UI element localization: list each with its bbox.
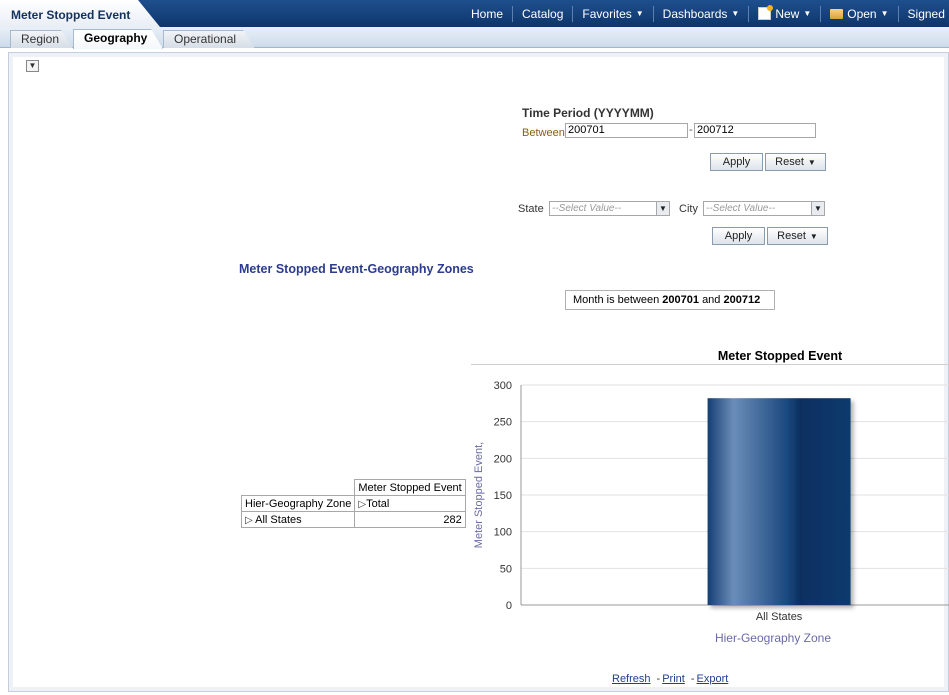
y-axis-ticks: 0 50 100 150 200 250 300 (494, 380, 512, 612)
x-axis-label: Hier-Geography Zone (715, 631, 831, 645)
tab-region[interactable]: Region (10, 30, 73, 48)
measure-header: Meter Stopped Event (354, 479, 466, 496)
reset-button-label: Reset (777, 230, 806, 242)
pivot-table: Meter Stopped Event Hier-Geography Zone … (240, 479, 466, 528)
nav-catalog[interactable]: Catalog (512, 5, 572, 22)
range-separator: - (689, 124, 693, 136)
pivot-corner (242, 480, 355, 496)
expand-triangle-icon[interactable]: ▷ (358, 499, 366, 510)
global-header: Meter Stopped Event Home Catalog Favorit… (0, 0, 949, 27)
between-label: Between (522, 127, 565, 139)
expand-triangle-icon[interactable]: ▷ (245, 515, 253, 526)
chart-bar[interactable] (707, 398, 851, 605)
filter-view: Month is between 200701 and 200712 (565, 290, 775, 310)
y-axis-label: Meter Stopped Event, (473, 442, 485, 548)
tab-geography[interactable]: Geography (73, 29, 163, 49)
folder-icon (830, 8, 844, 19)
nav-new-label: New (775, 6, 800, 21)
apply-button-label: Apply (724, 230, 753, 242)
y-tick-label: 0 (506, 600, 512, 612)
y-tick-label: 200 (494, 453, 512, 465)
chart-bars: All States (707, 398, 851, 623)
nav-home-label: Home (471, 6, 504, 21)
dashboard-tabs: Region Geography Operational (0, 27, 949, 48)
nav-favorites-label: Favorites (582, 6, 632, 21)
y-tick-label: 50 (500, 563, 512, 575)
apply-button[interactable]: Apply (712, 227, 765, 245)
nav-favorites[interactable]: Favorites ▼ (572, 5, 652, 22)
nav-signed-in[interactable]: Signed In As (897, 5, 949, 22)
link-separator: - (656, 673, 661, 685)
report-links: Refresh - Print - Export (612, 673, 728, 685)
nav-catalog-label: Catalog (522, 6, 564, 21)
chevron-down-icon: ▼ (807, 158, 816, 167)
tab-operational-label: Operational (174, 32, 237, 46)
start-period-input[interactable]: 200701 (565, 123, 688, 138)
state-select[interactable]: --Select Value-- ▼ (549, 201, 670, 216)
nav-signed-in-label: Signed In As (907, 6, 949, 21)
col-member-total[interactable]: ▷Total (354, 495, 466, 512)
chevron-down-icon[interactable]: ▼ (811, 202, 824, 215)
reset-button-label: Reset (775, 156, 804, 168)
city-select-value: --Select Value-- (706, 203, 776, 214)
nav-open-label: Open (847, 6, 877, 21)
tab-geography-label: Geography (84, 31, 148, 45)
bar-chart: Meter Stopped Event 0 50 100 150 200 250 300 A… (473, 349, 949, 645)
x-tick-label: All States (756, 611, 803, 623)
filter-start: 200701 (662, 294, 699, 306)
tab-operational[interactable]: Operational (163, 30, 255, 48)
time-period-title: Time Period (YYYYMM) (522, 106, 654, 120)
apply-button[interactable]: Apply (710, 153, 763, 171)
y-tick-label: 300 (494, 380, 512, 392)
reset-button[interactable]: Reset ▼ (765, 153, 826, 171)
nav-home[interactable]: Home (462, 6, 512, 22)
nav-new[interactable]: New ▼ (748, 5, 820, 22)
section-title: Meter Stopped Event-Geography Zones (239, 262, 474, 276)
page-title: Meter Stopped Event (0, 0, 160, 27)
tab-region-label: Region (21, 32, 60, 46)
pivot-value: 282 (354, 511, 466, 528)
chevron-down-icon[interactable]: ▼ (656, 202, 669, 215)
new-document-icon (758, 5, 774, 20)
y-tick-label: 250 (494, 417, 512, 429)
filter-and: and (702, 294, 721, 306)
link-separator: - (690, 673, 695, 685)
city-select[interactable]: --Select Value-- ▼ (703, 201, 825, 216)
end-period-input[interactable]: 200712 (694, 123, 816, 138)
row-header: Hier-Geography Zone (240, 495, 356, 512)
filter-end: 200712 (723, 294, 761, 306)
export-link[interactable]: Export (697, 673, 729, 685)
chevron-down-icon: ▼ (809, 232, 818, 241)
chevron-down-icon: ▼ (731, 8, 740, 18)
chevron-down-icon: ▼ (635, 8, 644, 18)
refresh-link[interactable]: Refresh (612, 673, 651, 685)
collapse-section-button[interactable]: ▼ (26, 60, 39, 72)
print-link[interactable]: Print (662, 673, 685, 685)
chart-title: Meter Stopped Event (718, 349, 843, 363)
chevron-down-icon: ▼ (803, 8, 812, 18)
apply-button-label: Apply (722, 156, 751, 168)
reset-button[interactable]: Reset ▼ (767, 227, 828, 245)
nav-dashboards-label: Dashboards (662, 6, 728, 21)
state-label: State (518, 203, 544, 215)
nav-open[interactable]: Open ▼ (820, 5, 897, 22)
nav-dashboards[interactable]: Dashboards ▼ (652, 5, 749, 22)
y-tick-label: 150 (494, 490, 512, 502)
row-member-label: All States (255, 513, 302, 526)
row-member-all-states[interactable]: ▷ All States (240, 511, 356, 528)
state-select-value: --Select Value-- (552, 203, 622, 214)
y-tick-label: 100 (494, 527, 512, 539)
city-label: City (679, 203, 698, 215)
chevron-down-icon: ▼ (880, 8, 889, 18)
global-nav: Home Catalog Favorites ▼ Dashboards ▼ New ▼… (462, 0, 949, 27)
filter-prefix: Month is between (573, 294, 660, 306)
col-member-label: Total (366, 497, 390, 510)
